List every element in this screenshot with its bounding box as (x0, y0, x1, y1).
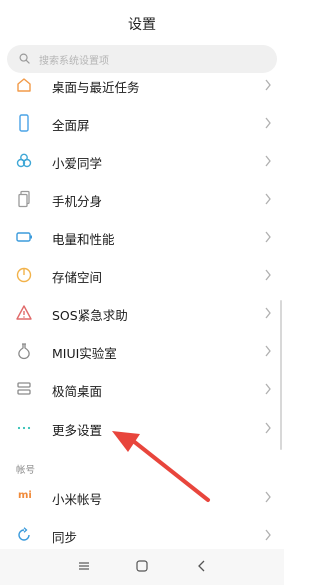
settings-item-full-screen[interactable]: 全面屏 (0, 104, 284, 142)
settings-item-label: 更多设置 (52, 423, 103, 438)
settings-item-mi-account[interactable]: mi 小米帐号 (0, 478, 284, 516)
chevron-right-icon (265, 79, 271, 91)
back-icon[interactable] (194, 558, 210, 574)
settings-item-home-screen[interactable]: 桌面与最近任务 (0, 66, 284, 104)
assistant-icon (16, 153, 32, 168)
search-placeholder: 搜索系统设置项 (39, 56, 109, 67)
settings-item-label: 手机分身 (52, 194, 103, 209)
settings-item-more-settings[interactable]: 更多设置 (0, 409, 284, 447)
settings-item-label: 小米帐号 (52, 492, 103, 507)
settings-item-label: MIUI实验室 (52, 346, 117, 361)
battery-icon (16, 232, 32, 242)
settings-item-simple-desktop[interactable]: 极简桌面 (0, 370, 284, 408)
sos-warning-icon (16, 305, 32, 320)
chevron-right-icon (265, 491, 271, 503)
search-icon (19, 53, 30, 64)
settings-item-storage[interactable]: 存储空间 (0, 256, 284, 294)
settings-item-label: 桌面与最近任务 (52, 80, 140, 95)
chevron-right-icon (265, 269, 271, 281)
second-space-icon (18, 190, 30, 208)
simple-desktop-icon (17, 382, 31, 395)
scrollbar[interactable] (280, 300, 282, 450)
chevron-right-icon (265, 155, 271, 167)
mi-account-icon: mi (18, 490, 32, 501)
lab-flask-icon (18, 343, 30, 360)
page-title: 设置 (128, 17, 156, 33)
more-dots-icon (17, 426, 31, 430)
sync-icon (18, 527, 30, 541)
chevron-right-icon (265, 117, 271, 129)
storage-icon (16, 267, 32, 283)
settings-item-sos[interactable]: SOS紧急求助 (0, 294, 284, 332)
home-screen-icon (17, 78, 31, 92)
settings-item-label: 极简桌面 (52, 384, 103, 399)
home-icon[interactable] (134, 558, 150, 574)
chevron-right-icon (265, 422, 271, 434)
phone-screen-icon (19, 114, 29, 132)
settings-item-xiaoai[interactable]: 小爱同学 (0, 142, 284, 180)
chevron-right-icon (265, 345, 271, 357)
settings-item-battery[interactable]: 电量和性能 (0, 218, 284, 256)
chevron-right-icon (265, 307, 271, 319)
chevron-right-icon (265, 383, 271, 395)
settings-item-label: 同步 (52, 530, 78, 545)
settings-item-second-space[interactable]: 手机分身 (0, 180, 284, 218)
settings-item-miui-lab[interactable]: MIUI实验室 (0, 332, 284, 370)
settings-item-label: 小爱同学 (52, 156, 103, 171)
settings-item-label: 全面屏 (52, 118, 90, 133)
chevron-right-icon (265, 529, 271, 541)
system-nav-bar (0, 549, 284, 585)
section-header-account: 帐号 (16, 465, 36, 476)
menu-icon[interactable] (76, 558, 92, 574)
chevron-right-icon (265, 193, 271, 205)
settings-item-label: 电量和性能 (52, 232, 115, 247)
settings-item-label: 存储空间 (52, 270, 103, 285)
settings-item-label: SOS紧急求助 (52, 308, 128, 323)
chevron-right-icon (265, 231, 271, 243)
